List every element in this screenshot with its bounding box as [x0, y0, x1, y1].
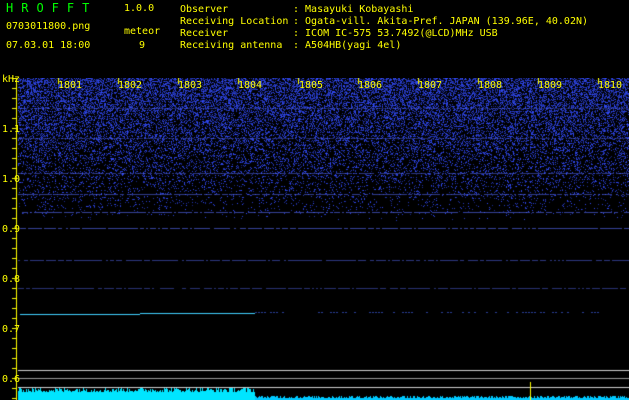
- meteor-label: meteor: [124, 26, 161, 37]
- info-value-location: : Ogata-vill. Akita-Pref. JAPAN (139.96E…: [293, 16, 589, 27]
- app-title: HROFFT: [6, 1, 98, 15]
- freq-label-1-0: 1.0: [2, 174, 21, 185]
- time-tick-1803: 1803: [178, 80, 203, 91]
- freq-unit-label: kHz: [2, 74, 21, 85]
- spectrogram[interactable]: [0, 78, 629, 400]
- info-key-observer: Observer: [180, 4, 229, 15]
- meteor-count: 9: [139, 40, 146, 51]
- freq-label-0-9: 0.9: [2, 224, 21, 235]
- freq-label-0-7: 0.7: [2, 324, 21, 335]
- freq-label-0-8: 0.8: [2, 274, 21, 285]
- file-datetime: 07.03.01 18:00: [6, 40, 91, 51]
- time-tick-1804: 1804: [238, 80, 263, 91]
- header-panel: HROFFT 1.0.0 0703011800.png 07.03.01 18:…: [0, 0, 629, 78]
- time-tick-1809: 1809: [538, 80, 563, 91]
- info-key-antenna: Receiving antenna: [180, 40, 283, 51]
- time-tick-1808: 1808: [478, 80, 503, 91]
- time-tick-1801: 1801: [58, 80, 83, 91]
- info-value-observer: : Masayuki Kobayashi: [293, 4, 414, 15]
- freq-label-1-1: 1.1: [2, 124, 21, 135]
- app-version: 1.0.0: [124, 3, 155, 14]
- info-key-receiver: Receiver: [180, 28, 229, 39]
- freq-label-0-6: 0.6: [2, 374, 21, 385]
- info-value-receiver: : ICOM IC-575 53.7492(@LCD)MHz USB: [293, 28, 498, 39]
- time-tick-1806: 1806: [358, 80, 383, 91]
- time-tick-1802: 1802: [118, 80, 143, 91]
- info-key-location: Receiving Location: [180, 16, 289, 27]
- time-tick-1810: 1810: [598, 80, 623, 91]
- time-tick-1807: 1807: [418, 80, 443, 91]
- info-value-antenna: : A504HB(yagi 4el): [293, 40, 402, 51]
- time-tick-1805: 1805: [299, 80, 324, 91]
- file-name: 0703011800.png: [6, 21, 91, 32]
